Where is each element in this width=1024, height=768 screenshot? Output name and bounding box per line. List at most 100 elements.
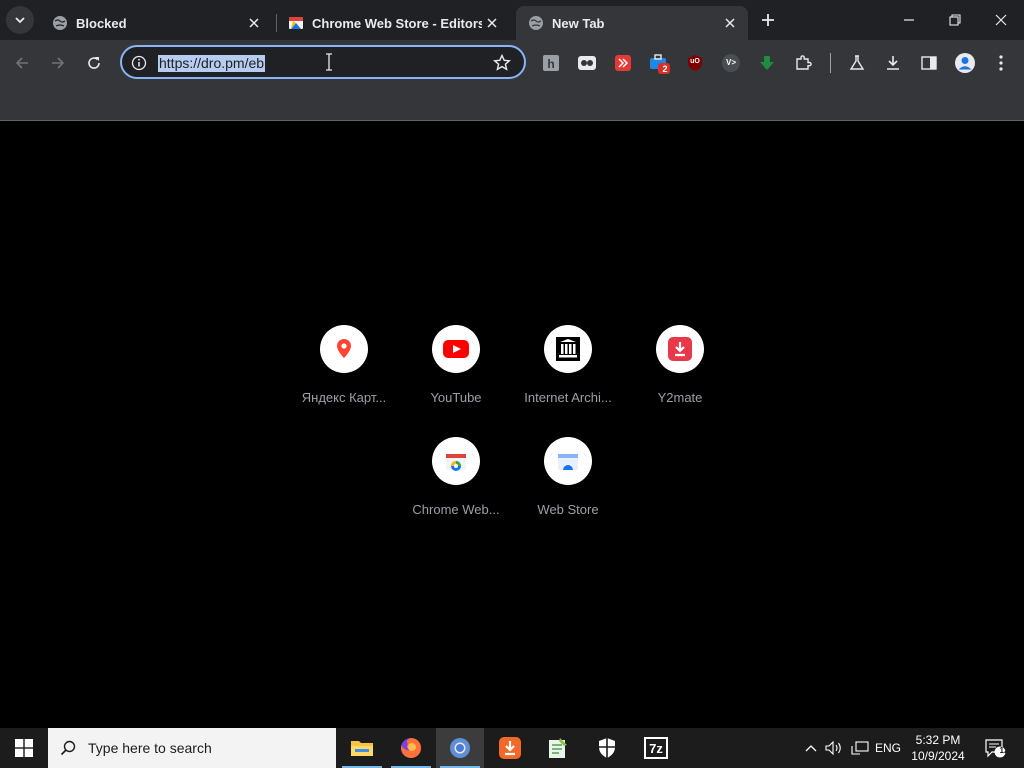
menu-button[interactable] (990, 52, 1012, 74)
shortcut-label: Яндекс Карт... (301, 390, 387, 405)
notification-count-badge: 12 (999, 746, 1009, 755)
tab-chrome-web-store[interactable]: Chrome Web Store - Editors' P (276, 6, 510, 40)
shortcut-yandex-maps[interactable]: Яндекс Карт... (288, 325, 400, 425)
shortcut-label: YouTube (430, 390, 482, 405)
chrome-web-store-icon (432, 437, 480, 485)
search-placeholder: Type here to search (88, 740, 212, 756)
search-icon (48, 740, 88, 756)
network-button[interactable] (848, 728, 872, 768)
toolbar-divider (830, 53, 831, 73)
shield-icon (599, 738, 615, 758)
more-vertical-icon (999, 55, 1003, 71)
extension-label: uO (690, 58, 700, 65)
shortcut-youtube[interactable]: YouTube (400, 325, 512, 425)
taskbar-download-app[interactable] (486, 728, 534, 768)
taskbar: Type here to search 7z ENG 5:32 PM 10/9/… (0, 728, 1024, 768)
taskbar-7zip[interactable]: 7z (632, 728, 680, 768)
restore-icon (949, 14, 961, 26)
clock-date: 10/9/2024 (911, 749, 965, 763)
downloads-button[interactable] (882, 52, 904, 74)
restore-button[interactable] (932, 0, 978, 40)
shortcut-label: Y2mate (657, 390, 703, 405)
volume-button[interactable] (822, 728, 846, 768)
arrow-right-icon (52, 57, 65, 69)
download-app-icon (499, 737, 521, 759)
close-icon[interactable] (244, 13, 264, 33)
forward-button[interactable] (44, 49, 72, 77)
globe-icon (52, 15, 68, 31)
vpn-extension-icon[interactable]: V> (720, 52, 742, 74)
taskbar-chrome[interactable] (436, 728, 484, 768)
tab-search-button[interactable] (6, 6, 34, 34)
toolbar: https://dro.pm/eb h 2 uO V> (0, 40, 1024, 86)
h-extension-icon[interactable]: h (540, 52, 562, 74)
clock[interactable]: 5:32 PM 10/9/2024 (906, 732, 970, 764)
side-panel-button[interactable] (918, 52, 940, 74)
shortcut-label: Internet Archi... (524, 390, 612, 405)
address-bar[interactable]: https://dro.pm/eb (120, 45, 526, 79)
red-extension-icon[interactable] (612, 52, 634, 74)
taskbar-search-box[interactable]: Type here to search (48, 728, 336, 768)
tab-blocked[interactable]: Blocked (40, 6, 272, 40)
flask-icon (849, 55, 865, 70)
back-button[interactable] (8, 49, 36, 77)
input-language-indicator[interactable]: ENG (872, 728, 904, 768)
internet-archive-icon (544, 325, 592, 373)
bookmarks-bar (0, 86, 1024, 121)
bandcamp-extension-icon[interactable] (576, 52, 598, 74)
shortcut-chrome-web-store[interactable]: Chrome Web... (400, 437, 512, 537)
shortcut-web-store[interactable]: Web Store (512, 437, 624, 537)
minimize-button[interactable] (886, 0, 932, 40)
shortcut-label: Chrome Web... (412, 502, 500, 517)
start-button[interactable] (0, 728, 48, 768)
globe-icon (528, 15, 544, 31)
labs-button[interactable] (846, 52, 868, 74)
arrow-left-icon (15, 57, 28, 69)
notification-center-button[interactable]: 12 (978, 728, 1012, 768)
folder-icon (351, 741, 373, 756)
extensions-puzzle-button[interactable] (792, 52, 814, 74)
extension-badge-count: 2 (662, 64, 668, 74)
profile-button[interactable] (954, 52, 976, 74)
chrome-icon (450, 738, 470, 758)
clock-time: 5:32 PM (915, 733, 961, 747)
speaker-icon (825, 741, 841, 755)
tab-title: New Tab (552, 15, 605, 31)
close-icon[interactable] (482, 13, 502, 33)
close-window-button[interactable] (978, 0, 1024, 40)
reload-icon (88, 57, 100, 69)
bookmark-star-button[interactable] (492, 53, 512, 73)
network-icon (851, 741, 869, 755)
taskbar-notepad-plus[interactable] (534, 728, 582, 768)
extension-label: V> (725, 58, 736, 67)
green-arrow-extension-icon[interactable] (756, 52, 778, 74)
taskbar-security[interactable] (583, 728, 631, 768)
youtube-icon (432, 325, 480, 373)
taskbar-firefox[interactable] (387, 728, 435, 768)
puzzle-icon (796, 55, 812, 70)
shortcut-internet-archive[interactable]: Internet Archi... (512, 325, 624, 425)
site-info-icon[interactable] (130, 54, 148, 72)
reload-button[interactable] (80, 49, 108, 77)
svg-text:7z: 7z (649, 741, 663, 756)
url-text[interactable]: https://dro.pm/eb (158, 55, 266, 72)
taskbar-file-explorer[interactable] (338, 728, 386, 768)
show-hidden-icons-button[interactable] (800, 728, 822, 768)
yandex-maps-icon (320, 325, 368, 373)
notepad-icon (549, 738, 567, 758)
shortcut-y2mate[interactable]: Y2mate (624, 325, 736, 425)
chrome-web-store-favicon-icon (288, 15, 304, 31)
firefox-icon (401, 737, 422, 758)
close-icon[interactable] (720, 13, 740, 33)
briefcase-extension-icon[interactable]: 2 (648, 52, 670, 74)
7zip-icon: 7z (644, 737, 668, 759)
ublock-origin-icon[interactable]: uO (684, 52, 706, 74)
download-icon (887, 56, 899, 70)
tab-new-tab[interactable]: New Tab (516, 6, 748, 40)
svg-text:h: h (547, 57, 554, 71)
star-icon (493, 54, 511, 71)
windows-logo-icon (15, 739, 33, 757)
tab-title: Blocked (76, 15, 127, 31)
new-tab-button[interactable] (756, 8, 780, 32)
avatar-icon (955, 53, 975, 73)
